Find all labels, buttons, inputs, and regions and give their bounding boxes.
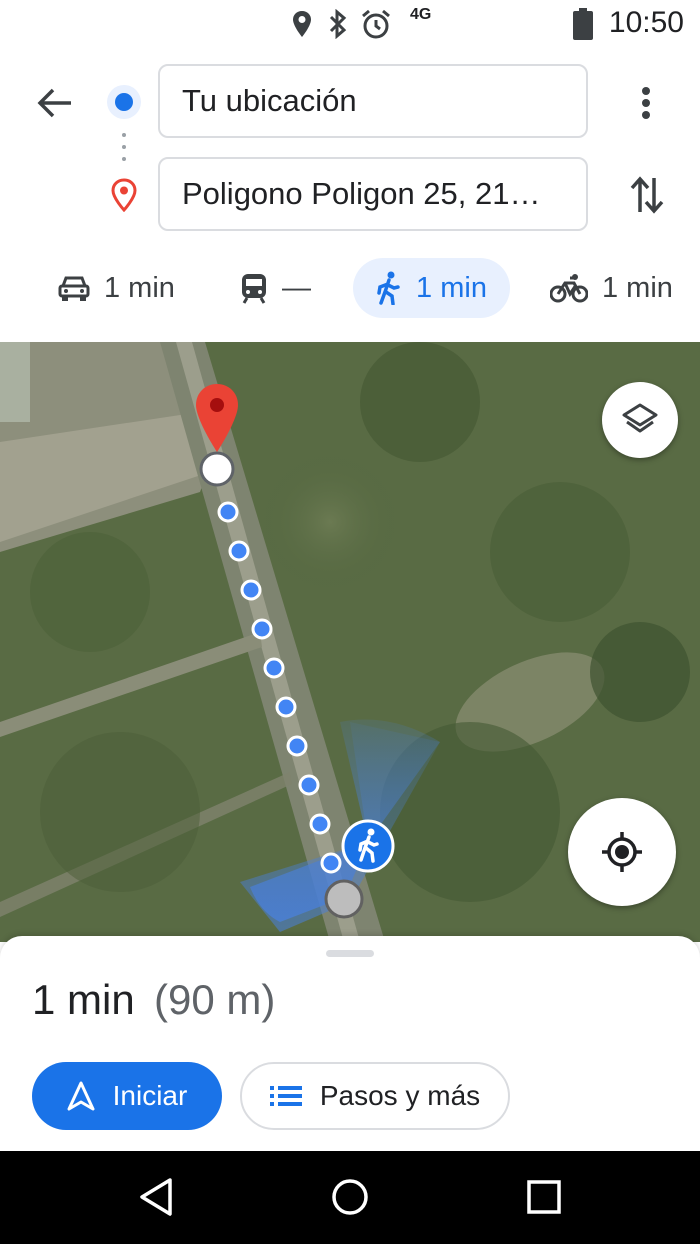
recents-nav-button[interactable] [527,1180,561,1214]
start-navigation-label: Iniciar [112,1080,188,1111]
network-type: 4G [410,6,432,23]
bluetooth-icon [329,9,347,39]
back-arrow-icon [37,88,71,118]
mode-cycling[interactable]: 1 min [550,258,673,318]
satellite-map[interactable] [0,342,700,942]
more-options-button[interactable] [622,76,670,130]
swap-button[interactable] [620,168,674,222]
destination-marker[interactable] [194,382,240,488]
back-button[interactable] [28,76,82,130]
battery-icon [573,8,593,40]
system-navigation-bar [0,1151,700,1244]
swap-vert-icon [630,176,664,214]
car-icon [58,276,90,301]
route-distance: (90 m) [154,976,276,1023]
route-connector [122,133,126,161]
route-summary-sheet[interactable]: 1 min (90 m) Iniciar Pasos y más [0,936,700,1151]
destination-field[interactable]: Poligono Poligon 25, 21… [158,157,588,231]
mode-cycling-time: 1 min [602,271,673,304]
mode-walking[interactable]: 1 min [353,258,510,318]
start-navigation-button[interactable]: Iniciar [32,1062,222,1130]
back-nav-button[interactable] [138,1177,174,1217]
mode-driving[interactable]: 1 min [58,258,175,318]
bike-icon [550,274,588,303]
home-nav-button[interactable] [330,1177,370,1217]
my-location-icon [602,832,642,872]
origin-dot-icon [107,85,141,119]
walk-icon [377,271,400,305]
sheet-drag-handle[interactable] [326,950,374,957]
mode-transit[interactable]: — [240,258,311,318]
origin-marker [324,879,364,919]
walking-person-icon [341,819,395,873]
layers-button[interactable] [602,382,678,458]
status-bar: 4G 10:50 [0,0,700,48]
clock: 10:50 [608,6,684,39]
steps-and-more-label: Pasos y más [319,1080,481,1111]
mode-transit-time: — [282,271,311,304]
navigation-arrow-icon [67,1081,95,1111]
steps-and-more-button[interactable]: Pasos y más [240,1062,510,1130]
destination-pin-icon [111,178,137,212]
layers-icon [622,403,658,433]
my-location-button[interactable] [568,798,676,906]
route-duration: 1 min [32,976,135,1023]
alarm-icon [362,9,390,39]
more-vert-icon [642,87,650,119]
mode-driving-time: 1 min [104,271,175,304]
train-icon [242,274,266,304]
mode-walking-time: 1 min [416,271,487,304]
list-icon [269,1086,302,1106]
location-icon [293,11,311,37]
origin-field[interactable]: Tu ubicación [158,64,588,138]
